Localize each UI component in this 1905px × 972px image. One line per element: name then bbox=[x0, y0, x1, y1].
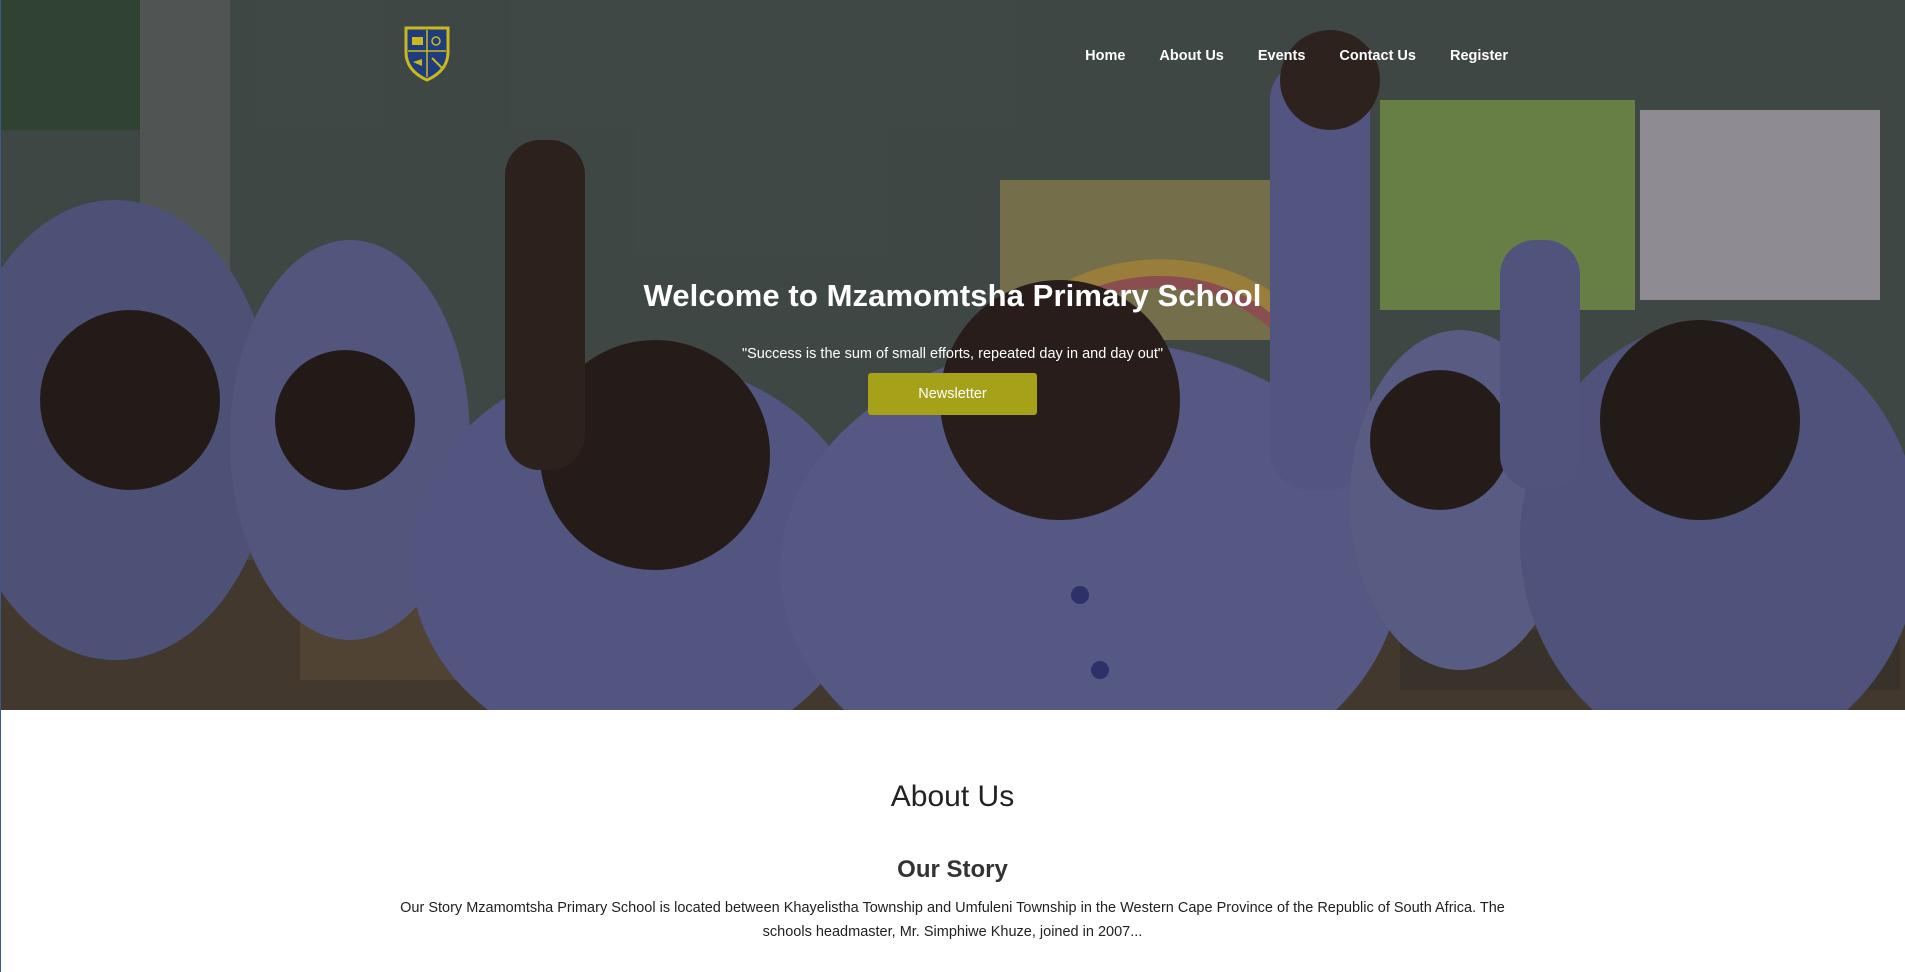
nav-link-events[interactable]: Events bbox=[1258, 48, 1306, 64]
about-heading: About Us bbox=[890, 780, 1015, 813]
nav-link-contact-us[interactable]: Contact Us bbox=[1339, 48, 1416, 64]
nav-link-register[interactable]: Register bbox=[1450, 48, 1508, 64]
story-text: Our Story Mzamomtsha Primary School is l… bbox=[400, 900, 1505, 940]
hero-quote: "Success is the sum of small efforts, re… bbox=[741, 346, 1164, 362]
window-left-border bbox=[0, 0, 1, 972]
hero-title: Welcome to Mzamomtsha Primary School bbox=[643, 278, 1262, 313]
nav-link-home[interactable]: Home bbox=[1085, 48, 1125, 64]
newsletter-button[interactable]: Newsletter bbox=[868, 373, 1037, 415]
hero-section: Home About Us Events Contact Us Register… bbox=[0, 0, 1905, 710]
nav-link-about-us[interactable]: About Us bbox=[1159, 48, 1223, 64]
hero-content: Welcome to Mzamomtsha Primary School "Su… bbox=[0, 278, 1905, 415]
story-heading: Our Story bbox=[897, 856, 1008, 883]
school-crest-logo[interactable] bbox=[402, 24, 452, 82]
navbar: Home About Us Events Contact Us Register bbox=[0, 0, 1905, 110]
about-section: About Us Our Story Our Story Mzamomtsha … bbox=[0, 710, 1905, 944]
main-navigation: Home About Us Events Contact Us Register bbox=[1085, 48, 1508, 64]
